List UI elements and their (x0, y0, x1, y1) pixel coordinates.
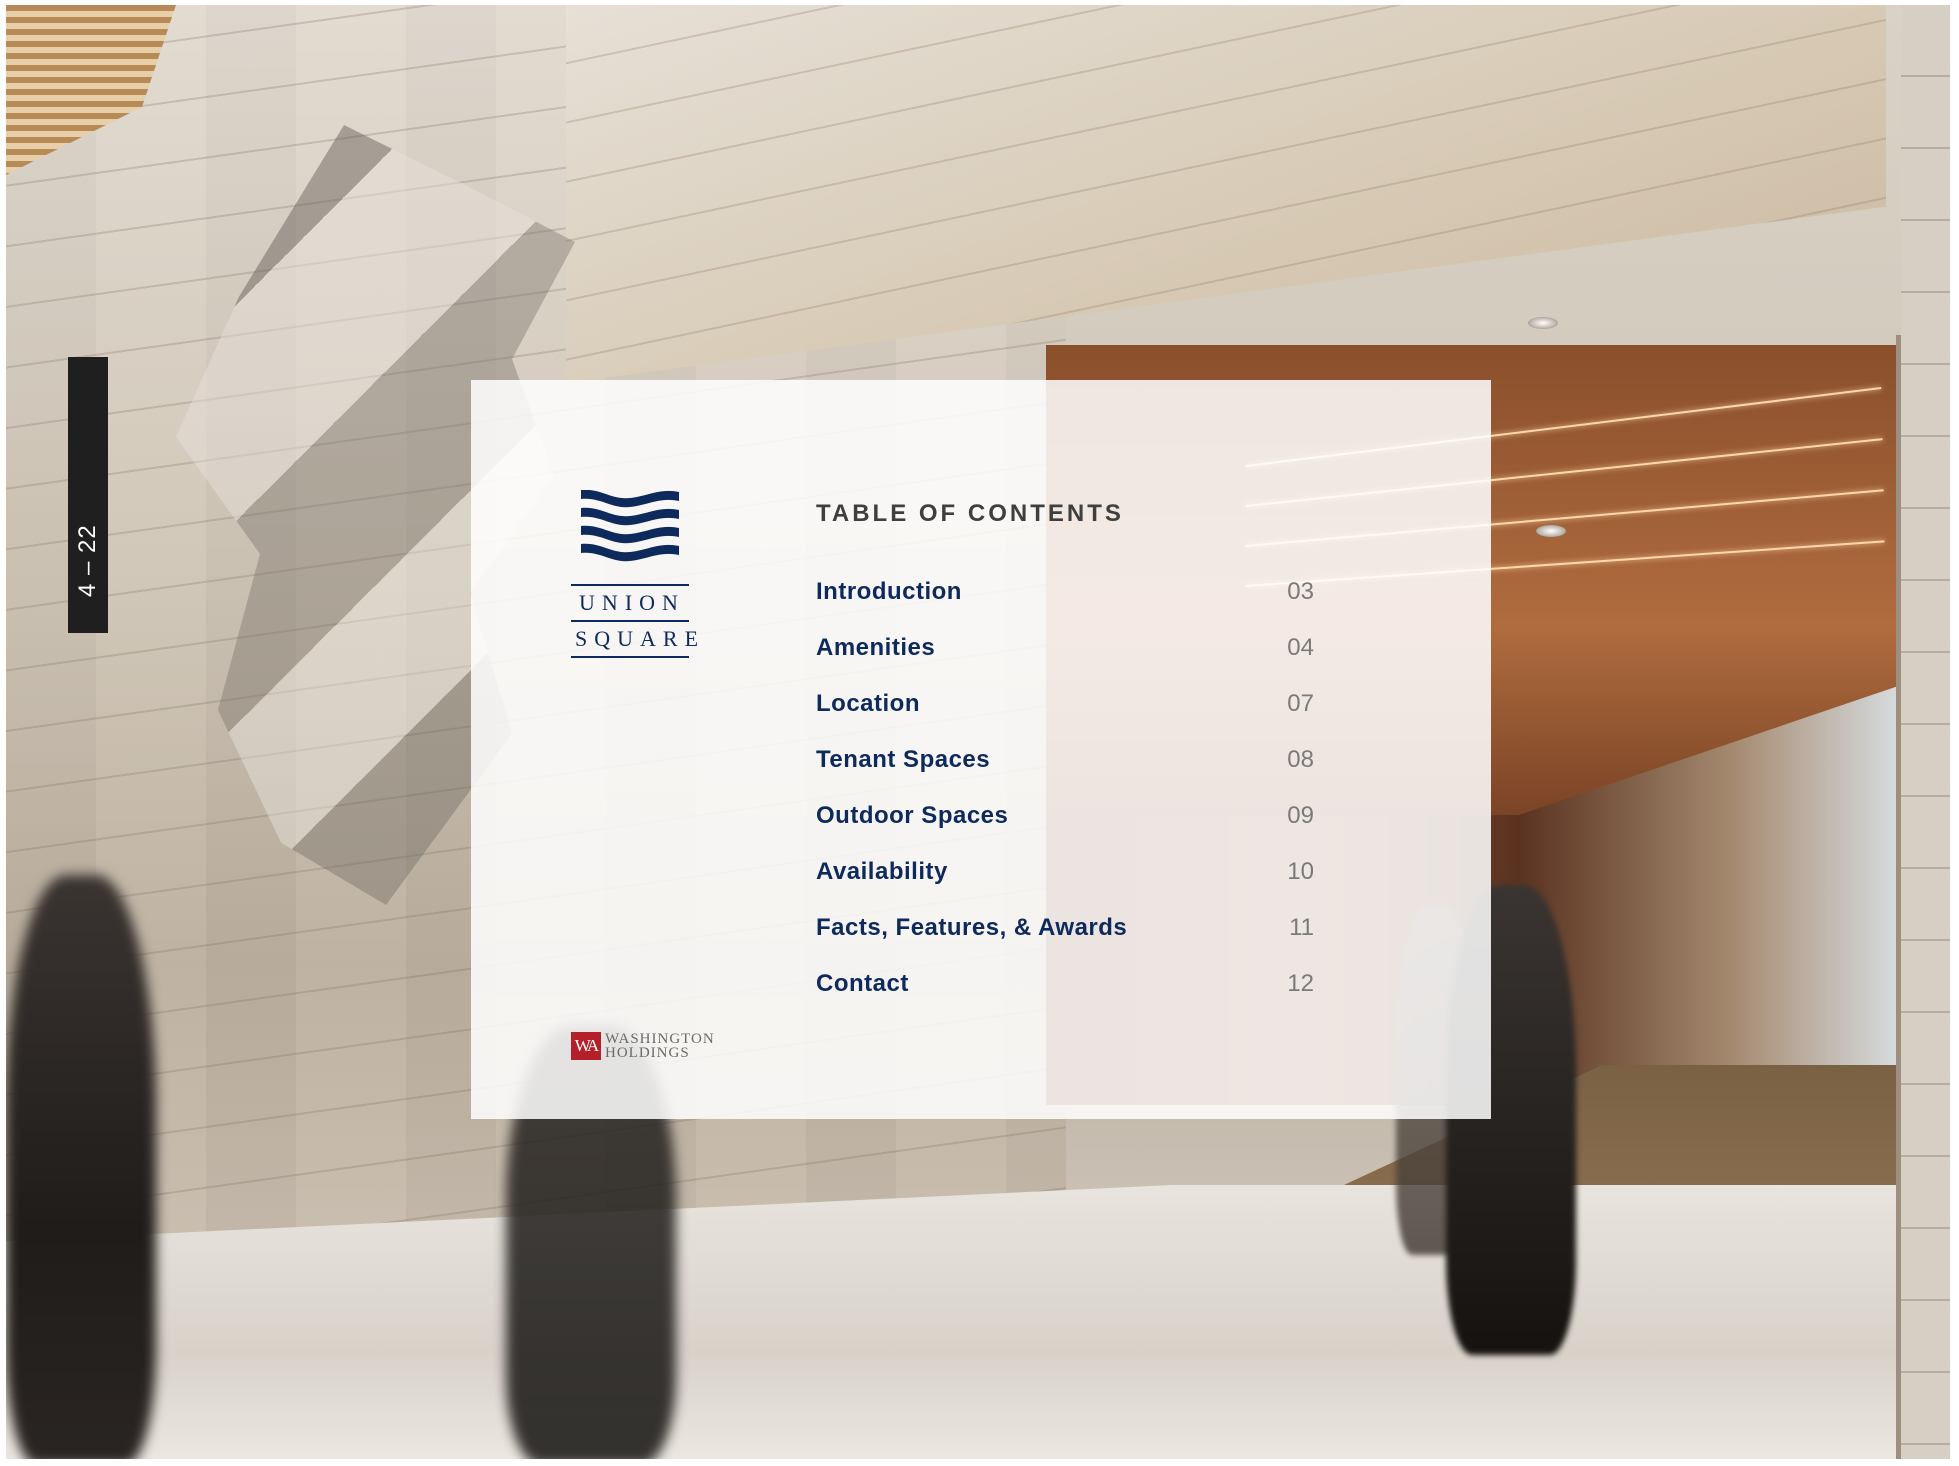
logo-rule (571, 584, 689, 586)
toc-item-amenities[interactable]: Amenities 04 (816, 620, 1314, 676)
logo-word-square: SQUARE (575, 626, 706, 651)
toc-item-page: 03 (1287, 578, 1314, 605)
toc-item-label: Facts, Features, & Awards (816, 914, 1128, 941)
floor-sign-label: 4 – 22 (74, 524, 101, 597)
toc-item-facts-features-awards[interactable]: Facts, Features, & Awards 11 (816, 900, 1314, 956)
logo-rule (571, 656, 689, 658)
table-of-contents-panel: UNION SQUARE WA WASHINGTON HOLDINGS TABL… (471, 380, 1491, 1119)
toc-item-outdoor-spaces[interactable]: Outdoor Spaces 09 (816, 788, 1314, 844)
toc-item-availability[interactable]: Availability 10 (816, 844, 1314, 900)
developer-name-line1: WASHINGTON (605, 1031, 715, 1047)
toc-list: Introduction 03 Amenities 04 Location 07… (816, 564, 1314, 1012)
washington-holdings-logo: WA WASHINGTON HOLDINGS (571, 1031, 715, 1061)
blurred-person (6, 875, 156, 1459)
toc-item-location[interactable]: Location 07 (816, 676, 1314, 732)
toc-item-label: Introduction (816, 578, 962, 605)
developer-name-line2: HOLDINGS (605, 1045, 690, 1061)
toc-heading: TABLE OF CONTENTS (816, 500, 1124, 527)
toc-item-page: 11 (1289, 914, 1314, 941)
logo-rule (571, 620, 689, 622)
toc-item-label: Tenant Spaces (816, 746, 991, 773)
toc-item-label: Contact (816, 970, 909, 997)
toc-item-label: Outdoor Spaces (816, 802, 1009, 829)
toc-item-page: 04 (1287, 634, 1314, 661)
toc-item-introduction[interactable]: Introduction 03 (816, 564, 1314, 620)
union-square-logo: UNION SQUARE (571, 490, 706, 658)
toc-item-page: 09 (1287, 802, 1314, 829)
toc-item-page: 10 (1287, 858, 1314, 885)
downlight-icon (1528, 317, 1558, 329)
developer-name: WASHINGTON HOLDINGS (605, 1031, 715, 1061)
toc-item-label: Amenities (816, 634, 936, 661)
wa-mark-icon: WA (571, 1032, 601, 1060)
toc-item-tenant-spaces[interactable]: Tenant Spaces 08 (816, 732, 1314, 788)
toc-item-label: Location (816, 690, 920, 717)
toc-item-page: 07 (1287, 690, 1314, 717)
toc-item-contact[interactable]: Contact 12 (816, 956, 1314, 1012)
downlight-icon (1536, 525, 1566, 537)
stone-pillar (1901, 5, 1950, 1459)
waves-icon (581, 490, 679, 562)
toc-item-page: 08 (1287, 746, 1314, 773)
toc-item-label: Availability (816, 858, 948, 885)
logo-word-union: UNION (579, 590, 685, 615)
toc-item-page: 12 (1287, 970, 1314, 997)
